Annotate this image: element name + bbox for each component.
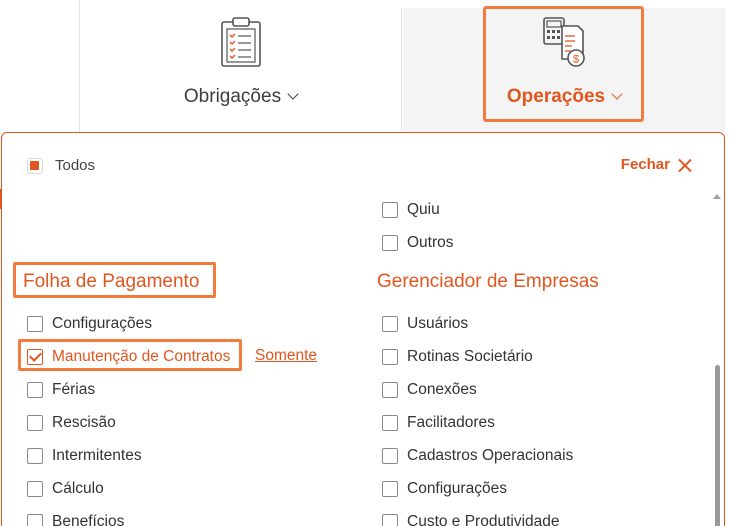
manutencao-highlight-box (18, 339, 242, 371)
list-item-label: Intermitentes (52, 447, 142, 464)
gerenciador-item-usuarios[interactable]: Usuários (382, 314, 468, 334)
checkbox[interactable] (27, 415, 43, 431)
checkbox[interactable] (382, 514, 398, 526)
chevron-down-icon (287, 88, 299, 100)
todos-label: Todos (55, 157, 96, 174)
checkbox[interactable] (382, 316, 398, 332)
checkbox[interactable] (382, 202, 398, 218)
checkbox[interactable] (27, 481, 43, 497)
folha-item-calculo[interactable]: Cálculo (27, 479, 104, 499)
folha-item-rescisao[interactable]: Rescisão (27, 413, 116, 433)
checkbox[interactable] (382, 415, 398, 431)
list-item-label: Custo e Produtividade (407, 513, 560, 526)
list-item-label: Configurações (407, 480, 507, 497)
checkbox[interactable] (27, 316, 43, 332)
gerenciador-item-configuracoes[interactable]: Configurações (382, 479, 507, 499)
fechar-button[interactable]: Fechar (621, 156, 692, 173)
list-item[interactable]: Quiu (382, 200, 440, 220)
list-item-label: Cadastros Operacionais (407, 447, 574, 464)
operacoes-highlight-box (483, 6, 644, 122)
list-item-label: Configurações (52, 315, 152, 332)
folha-item-configuracoes[interactable]: Configurações (27, 314, 152, 334)
scroll-up-arrow[interactable] (713, 194, 721, 199)
list-item-label: Rescisão (52, 414, 116, 431)
list-item[interactable]: Outros (382, 233, 454, 253)
scrollbar-thumb[interactable] (715, 365, 720, 526)
list-item-label: Cálculo (52, 480, 104, 497)
todos-checkbox-row[interactable]: Todos (27, 157, 95, 174)
somente-link[interactable]: Somente (255, 347, 317, 365)
gerenciador-item-custo[interactable]: Custo e Produtividade (382, 512, 560, 526)
checkbox[interactable] (382, 349, 398, 365)
top-nav: Obrigações $ Operações (0, 0, 730, 132)
fechar-label: Fechar (620, 156, 670, 173)
list-item-label: Quiu (407, 201, 440, 218)
operacoes-dropdown-panel: Todos Fechar Quiu Outros Folha de Pagame… (1, 132, 725, 526)
gerenciador-item-conexoes[interactable]: Conexões (382, 380, 477, 400)
todos-checkbox[interactable] (27, 157, 43, 174)
checkbox[interactable] (27, 514, 43, 526)
section-title-gerenciador: Gerenciador de Empresas (377, 271, 599, 292)
checkbox[interactable] (27, 382, 43, 398)
gerenciador-item-facilitadores[interactable]: Facilitadores (382, 413, 495, 433)
folha-item-ferias[interactable]: Férias (27, 380, 95, 400)
list-item-label: Rotinas Societário (407, 348, 533, 365)
checkbox[interactable] (382, 235, 398, 251)
nav-obrigacoes-label: Obrigações (80, 86, 401, 108)
checkbox[interactable] (382, 448, 398, 464)
close-icon (678, 158, 692, 172)
checkbox[interactable] (382, 481, 398, 497)
list-item-label: Conexões (407, 381, 477, 398)
clipboard-checklist-icon (220, 17, 261, 67)
folha-item-intermitentes[interactable]: Intermitentes (27, 446, 142, 466)
nav-obrigacoes[interactable]: Obrigações (80, 8, 402, 132)
folha-item-beneficios[interactable]: Benefícios (27, 512, 124, 526)
checkbox[interactable] (382, 382, 398, 398)
nav-left-spacer (0, 0, 80, 132)
list-item-label: Benefícios (52, 513, 125, 526)
list-item-label: Facilitadores (407, 414, 495, 431)
list-item-label: Usuários (407, 315, 469, 332)
folha-highlight-box (13, 262, 216, 298)
list-item-label: Outros (407, 234, 454, 251)
gerenciador-item-rotinas[interactable]: Rotinas Societário (382, 347, 533, 367)
gerenciador-item-cadastros[interactable]: Cadastros Operacionais (382, 446, 573, 466)
list-item-label: Férias (52, 381, 96, 398)
checkbox[interactable] (27, 448, 43, 464)
